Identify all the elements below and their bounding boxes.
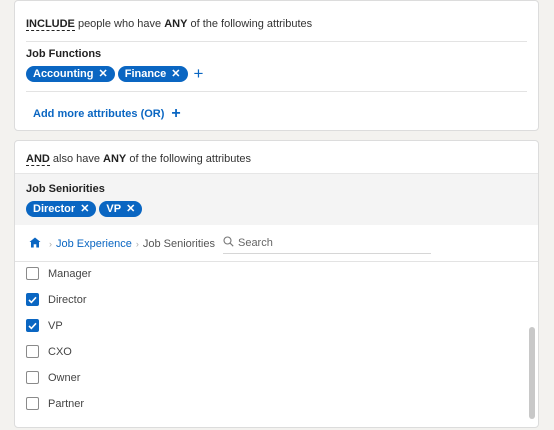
add-more-attributes-button[interactable]: Add more attributes (OR) +: [33, 106, 181, 122]
breadcrumb: › Job Experience › Job Seniorities: [15, 226, 538, 262]
list-item-partner[interactable]: Partner: [26, 397, 84, 410]
include-header-text: people who have: [74, 18, 165, 30]
list-item-cxo[interactable]: CXO: [26, 345, 72, 358]
checkbox[interactable]: [26, 319, 39, 332]
pill-label: Finance: [124, 68, 167, 80]
checkbox[interactable]: [26, 293, 39, 306]
include-header-tail: of the following attributes: [187, 18, 313, 30]
close-icon[interactable]: ✕: [80, 203, 89, 215]
checkmark-icon: [28, 322, 37, 330]
checkbox[interactable]: [26, 267, 39, 280]
list-scrollbar[interactable]: [529, 327, 535, 419]
chevron-right-icon: ›: [49, 238, 52, 249]
pill-director[interactable]: Director ✕: [26, 201, 97, 217]
breadcrumb-job-experience[interactable]: Job Experience: [56, 238, 132, 250]
option-label: Partner: [48, 397, 85, 410]
and-keyword: AND: [26, 153, 50, 166]
and-header: AND also have ANY of the following attri…: [26, 152, 527, 166]
job-seniorities-title: Job Seniorities: [26, 183, 105, 195]
job-seniorities-pills: Director ✕ VP ✕: [26, 201, 143, 217]
search-input[interactable]: [237, 237, 418, 249]
option-label: Manager: [48, 267, 92, 280]
and-criteria-card: AND also have ANY of the following attri…: [14, 140, 539, 428]
plus-icon[interactable]: +: [194, 65, 204, 82]
list-item-owner[interactable]: Owner: [26, 371, 80, 384]
job-seniorities-section: Job Seniorities Director ✕ VP ✕: [15, 173, 538, 225]
chevron-right-icon: ›: [135, 238, 139, 249]
pill-label: VP: [106, 203, 122, 215]
home-icon[interactable]: [29, 236, 41, 251]
and-header-tail: of the following attributes: [126, 153, 252, 165]
seniority-options-list: Manager Director VP CXO Owner Partner: [15, 261, 538, 427]
option-label: Director: [48, 293, 87, 306]
option-label: CXO: [48, 345, 72, 358]
close-icon[interactable]: ✕: [126, 203, 135, 215]
pill-label: Director: [33, 203, 76, 215]
plus-icon: +: [171, 105, 181, 122]
and-any-keyword: ANY: [103, 153, 127, 165]
include-any-keyword: ANY: [164, 18, 188, 30]
pill-vp[interactable]: VP ✕: [99, 201, 143, 217]
and-header-text: also have: [49, 153, 104, 165]
checkmark-icon: [28, 296, 37, 304]
list-item-director[interactable]: Director: [26, 293, 87, 306]
search-icon: [223, 236, 234, 250]
close-icon[interactable]: ✕: [171, 68, 180, 80]
pill-accounting[interactable]: Accounting ✕: [26, 66, 115, 82]
job-functions-title: Job Functions: [26, 48, 102, 60]
include-header: INCLUDE people who have ANY of the follo…: [26, 17, 527, 31]
breadcrumb-job-seniorities: Job Seniorities: [142, 237, 215, 250]
search-box[interactable]: [222, 234, 431, 254]
job-functions-pills: Accounting ✕ Finance ✕ +: [26, 65, 204, 82]
list-item-manager[interactable]: Manager: [26, 267, 91, 280]
checkbox[interactable]: [26, 371, 39, 384]
option-label: Owner: [48, 371, 81, 384]
add-more-label: Add more attributes (OR): [33, 108, 165, 120]
divider: [26, 41, 527, 42]
list-item-vp[interactable]: VP: [26, 319, 63, 332]
option-label: VP: [48, 319, 63, 332]
checkbox[interactable]: [26, 345, 39, 358]
pill-label: Accounting: [33, 68, 94, 80]
close-icon[interactable]: ✕: [99, 68, 108, 80]
include-criteria-card: INCLUDE people who have ANY of the follo…: [14, 0, 539, 131]
pill-finance[interactable]: Finance ✕: [117, 66, 188, 82]
checkbox[interactable]: [26, 397, 39, 410]
include-keyword: INCLUDE: [26, 18, 75, 31]
divider: [26, 91, 527, 92]
